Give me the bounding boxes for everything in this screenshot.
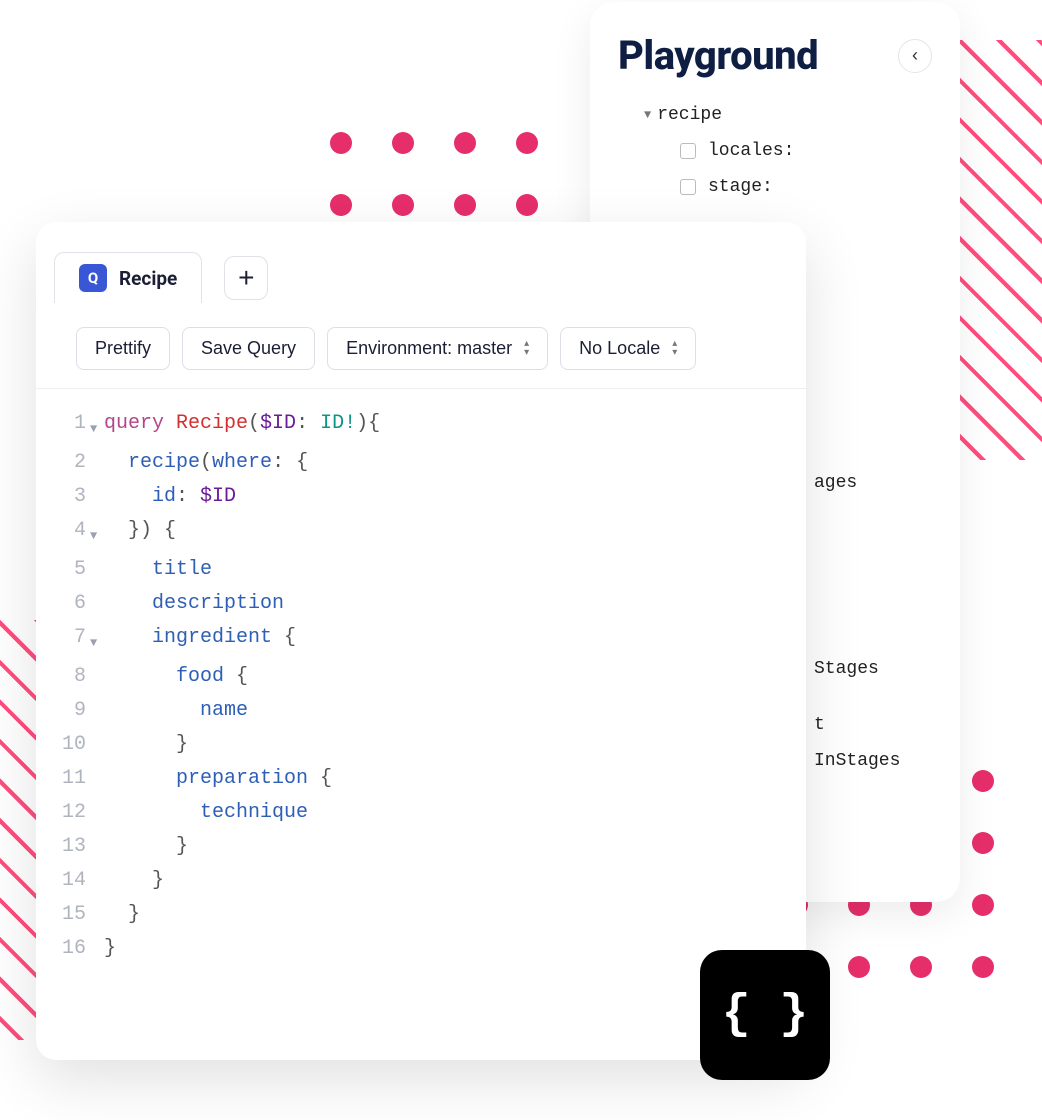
tab-bar: Q Recipe + [36, 222, 806, 303]
code-badge: { } [700, 950, 830, 1080]
tree-item-label: locales: [708, 141, 794, 161]
fold-caret-icon [90, 587, 104, 621]
code-line-content: food { [104, 660, 248, 694]
collapse-button[interactable]: ‹ [898, 39, 932, 73]
tree-node-label: recipe [657, 105, 722, 125]
fold-caret-icon [90, 446, 104, 480]
save-query-button[interactable]: Save Query [182, 327, 315, 370]
fold-caret-icon [90, 480, 104, 514]
code-line[interactable]: 11 preparation { [60, 762, 782, 796]
code-line-content: name [104, 694, 248, 728]
caret-down-icon: ▼ [644, 108, 651, 122]
line-number: 11 [60, 762, 90, 796]
code-line[interactable]: 10 } [60, 728, 782, 762]
line-number: 6 [60, 587, 90, 621]
code-line[interactable]: 4▼ }) { [60, 514, 782, 553]
fold-caret-icon [90, 694, 104, 728]
code-line-content: preparation { [104, 762, 332, 796]
code-line[interactable]: 6 description [60, 587, 782, 621]
fold-caret-icon [90, 830, 104, 864]
code-line[interactable]: 16} [60, 932, 782, 966]
fold-caret-icon [90, 553, 104, 587]
checkbox-icon[interactable] [680, 179, 696, 195]
code-line[interactable]: 2 recipe(where: { [60, 446, 782, 480]
dot-grid-top [330, 132, 538, 216]
line-number: 1 [60, 407, 90, 446]
line-number: 4 [60, 514, 90, 553]
fold-caret-icon [90, 762, 104, 796]
braces-icon: { } [722, 988, 808, 1042]
query-editor-panel: Q Recipe + Prettify Save Query Environme… [36, 222, 806, 1060]
tab-recipe[interactable]: Q Recipe [54, 252, 202, 303]
code-line[interactable]: 12 technique [60, 796, 782, 830]
plus-icon: + [238, 262, 254, 294]
fold-caret-icon [90, 864, 104, 898]
fold-caret-icon [90, 728, 104, 762]
fold-caret-icon[interactable]: ▼ [90, 514, 104, 553]
fold-caret-icon [90, 660, 104, 694]
code-line[interactable]: 8 food { [60, 660, 782, 694]
sort-icon [672, 340, 677, 357]
sort-icon [524, 340, 529, 357]
code-line[interactable]: 7▼ ingredient { [60, 621, 782, 660]
select-label: No Locale [579, 338, 660, 359]
checkbox-icon[interactable] [680, 143, 696, 159]
line-number: 7 [60, 621, 90, 660]
code-line[interactable]: 3 id: $ID [60, 480, 782, 514]
code-line-content: } [104, 898, 140, 932]
code-line[interactable]: 15 } [60, 898, 782, 932]
code-line-content: recipe(where: { [104, 446, 308, 480]
code-line-content: } [104, 830, 188, 864]
code-line-content: } [104, 728, 188, 762]
code-line-content: technique [104, 796, 308, 830]
tree-item-stage[interactable]: stage: [644, 169, 932, 205]
fold-caret-icon [90, 898, 104, 932]
tree-node-recipe[interactable]: ▼ recipe [644, 97, 932, 133]
code-line-content: ingredient { [104, 621, 296, 660]
line-number: 12 [60, 796, 90, 830]
code-editor[interactable]: 1▼query Recipe($ID: ID!){2 recipe(where:… [36, 389, 806, 984]
line-number: 13 [60, 830, 90, 864]
code-line-content: } [104, 932, 116, 966]
fold-caret-icon [90, 796, 104, 830]
line-number: 10 [60, 728, 90, 762]
code-line[interactable]: 9 name [60, 694, 782, 728]
line-number: 14 [60, 864, 90, 898]
code-line[interactable]: 13 } [60, 830, 782, 864]
code-line-content: }) { [104, 514, 176, 553]
code-line[interactable]: 14 } [60, 864, 782, 898]
code-line-content: description [104, 587, 284, 621]
button-label: Prettify [95, 338, 151, 359]
tab-label: Recipe [119, 267, 177, 290]
fold-caret-icon [90, 932, 104, 966]
line-number: 8 [60, 660, 90, 694]
line-number: 16 [60, 932, 90, 966]
chevron-left-icon: ‹ [912, 45, 918, 66]
locale-select[interactable]: No Locale [560, 327, 696, 370]
code-line-content: title [104, 553, 212, 587]
line-number: 9 [60, 694, 90, 728]
tree-item-locales[interactable]: locales: [644, 133, 932, 169]
select-label: Environment: master [346, 338, 512, 359]
code-line[interactable]: 5 title [60, 553, 782, 587]
code-line-content: id: $ID [104, 480, 236, 514]
line-number: 3 [60, 480, 90, 514]
tree-item-label: stage: [708, 177, 773, 197]
line-number: 15 [60, 898, 90, 932]
editor-toolbar: Prettify Save Query Environment: master … [36, 309, 806, 389]
fold-caret-icon[interactable]: ▼ [90, 407, 104, 446]
environment-select[interactable]: Environment: master [327, 327, 548, 370]
playground-title: Playground [618, 32, 818, 79]
query-badge-icon: Q [79, 264, 107, 292]
code-line-content: } [104, 864, 164, 898]
fold-caret-icon[interactable]: ▼ [90, 621, 104, 660]
add-tab-button[interactable]: + [224, 256, 268, 300]
line-number: 2 [60, 446, 90, 480]
code-line-content: query Recipe($ID: ID!){ [104, 407, 380, 446]
button-label: Save Query [201, 338, 296, 359]
line-number: 5 [60, 553, 90, 587]
prettify-button[interactable]: Prettify [76, 327, 170, 370]
code-line[interactable]: 1▼query Recipe($ID: ID!){ [60, 407, 782, 446]
